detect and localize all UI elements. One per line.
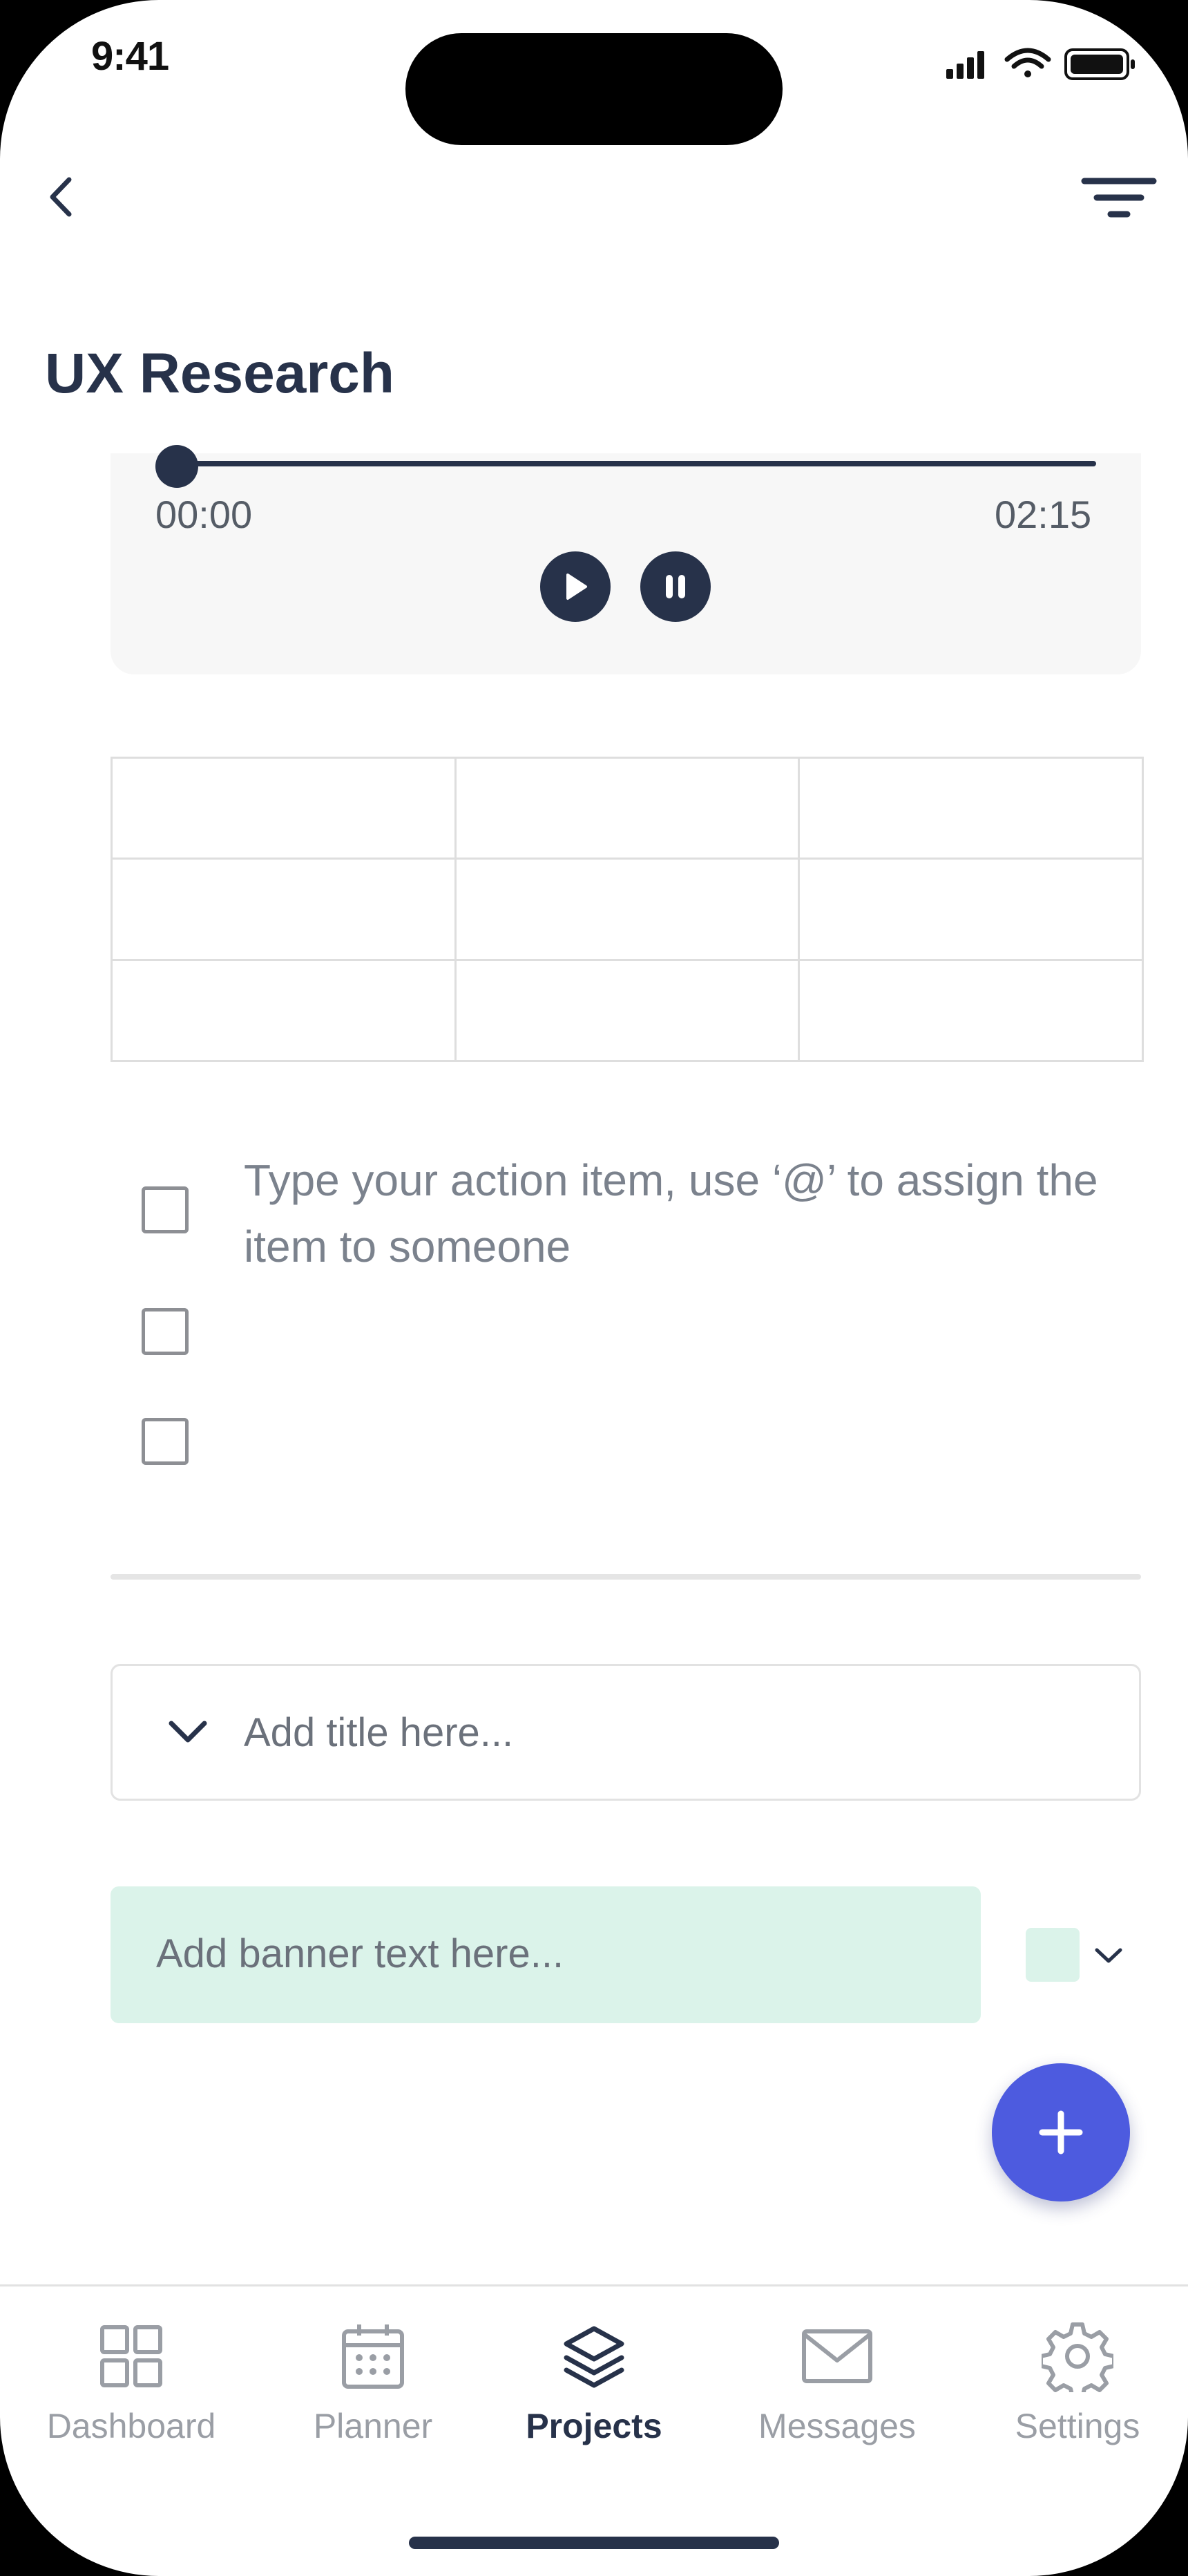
tab-label: Projects — [526, 2407, 662, 2445]
chevron-left-icon — [50, 177, 72, 217]
play-icon — [566, 574, 587, 600]
tab-projects[interactable]: Projects — [504, 2315, 684, 2446]
chevron-down-icon[interactable] — [1093, 1944, 1124, 1967]
banner-text-input[interactable]: Add banner text here... — [156, 1931, 564, 1977]
table-cell[interactable] — [454, 756, 801, 860]
tab-dashboard[interactable]: Dashboard — [41, 2315, 221, 2446]
plus-icon — [1039, 2110, 1083, 2154]
tab-label: Messages — [758, 2407, 916, 2445]
table-cell[interactable] — [111, 756, 457, 860]
grid-icon — [100, 2325, 162, 2387]
tab-label: Dashboard — [46, 2407, 216, 2445]
action-item-checkbox[interactable] — [142, 1186, 189, 1233]
table-cell[interactable] — [798, 958, 1144, 1063]
action-item-checkbox[interactable] — [142, 1308, 189, 1355]
audio-progress-track[interactable] — [176, 461, 1096, 466]
accordion-title-input[interactable]: Add title here... — [244, 1710, 513, 1756]
tab-label: Settings — [1015, 2407, 1140, 2445]
page-title: UX Research — [45, 342, 394, 405]
chevron-down-icon[interactable] — [166, 1714, 210, 1750]
table-cell[interactable] — [111, 858, 457, 961]
battery-icon — [1064, 48, 1135, 80]
audio-end-time: 02:15 — [995, 493, 1092, 536]
tab-messages[interactable]: Messages — [747, 2315, 927, 2446]
table-cell[interactable] — [111, 958, 457, 1063]
action-item-checkbox[interactable] — [142, 1418, 189, 1465]
wifi-icon — [1004, 48, 1051, 77]
dynamic-island — [405, 33, 783, 145]
tab-settings[interactable]: Settings — [988, 2315, 1167, 2446]
tab-planner[interactable]: Planner — [283, 2315, 463, 2446]
pause-icon — [666, 575, 685, 598]
audio-start-time: 00:00 — [155, 493, 253, 536]
data-table — [111, 756, 1144, 1063]
tab-label: Planner — [313, 2407, 433, 2445]
audio-player-card — [111, 453, 1141, 674]
table-row — [111, 858, 1144, 961]
calendar-icon — [342, 2324, 404, 2389]
table-row — [111, 958, 1144, 1063]
play-button[interactable] — [540, 551, 611, 622]
add-block-button[interactable] — [992, 2063, 1130, 2201]
audio-progress-handle[interactable] — [155, 445, 198, 488]
mail-icon — [802, 2329, 872, 2383]
action-item-input[interactable]: Type your action item, use ‘@’ to assign… — [244, 1147, 1100, 1280]
table-cell[interactable] — [454, 958, 801, 1063]
back-button[interactable] — [36, 166, 91, 228]
section-divider — [111, 1574, 1141, 1580]
tab-bar-divider — [0, 2284, 1188, 2286]
signal-icon — [946, 51, 984, 79]
banner-color-swatch[interactable] — [1026, 1928, 1080, 1982]
status-time: 9:41 — [91, 34, 169, 79]
filter-icon — [1081, 178, 1157, 218]
filter-button[interactable] — [1077, 171, 1160, 224]
table-cell[interactable] — [454, 858, 801, 961]
phone-screen: 9:41 UX Research 00:00 02:15 Type your a… — [0, 0, 1188, 2576]
pause-button[interactable] — [640, 551, 711, 622]
home-indicator[interactable] — [409, 2537, 779, 2549]
gear-icon — [1042, 2322, 1113, 2392]
table-row — [111, 756, 1144, 860]
table-cell[interactable] — [798, 858, 1144, 961]
status-icons — [946, 48, 1135, 80]
table-cell[interactable] — [798, 756, 1144, 860]
layers-icon — [564, 2326, 624, 2388]
